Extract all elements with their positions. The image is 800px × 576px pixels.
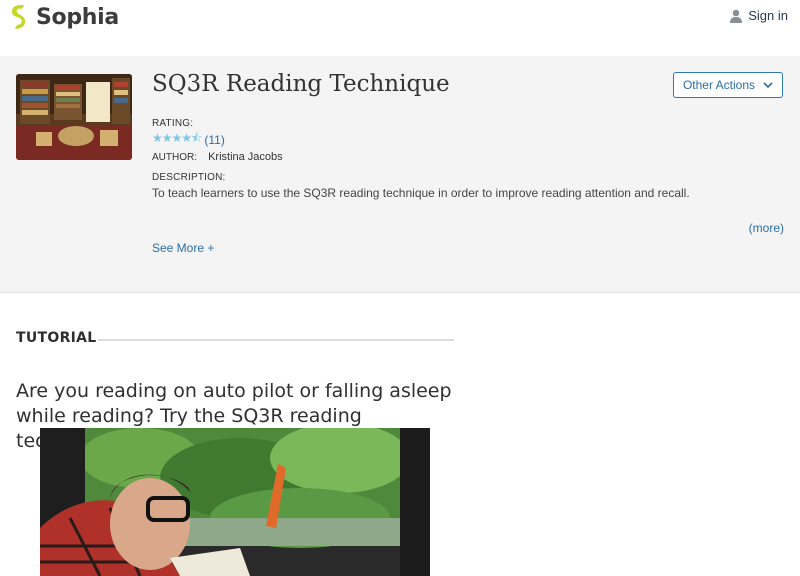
see-more-link[interactable]: See More + xyxy=(152,241,214,255)
user-icon xyxy=(730,9,743,23)
top-navigation-bar: Sophia Sign in xyxy=(0,0,800,56)
author-row: AUTHOR: Kristina Jacobs xyxy=(152,151,283,163)
sophia-logo-icon xyxy=(11,5,26,29)
tutorial-summary-panel: SQ3R Reading Technique Other Actions RAT… xyxy=(0,56,800,293)
description-text: To teach learners to use the SQ3R readin… xyxy=(152,186,690,200)
star-rating-icon: ★★★★⯪ xyxy=(152,131,202,145)
brand-name: Sophia xyxy=(36,4,119,30)
section-label: TUTORIAL xyxy=(16,330,97,346)
rating-label: RATING: xyxy=(152,118,194,129)
more-link[interactable]: (more) xyxy=(749,221,784,235)
description-label: DESCRIPTION: xyxy=(152,172,226,183)
rating-count-link[interactable]: (11) xyxy=(204,133,224,147)
library-thumbnail-image xyxy=(16,74,132,160)
section-divider xyxy=(98,339,454,341)
rating-row: ★★★★⯪ (11) xyxy=(152,129,225,150)
sign-in-label: Sign in xyxy=(748,8,788,23)
other-actions-dropdown[interactable]: Other Actions xyxy=(673,72,783,98)
sleeping-reader-photo xyxy=(40,428,430,576)
chevron-down-icon xyxy=(763,82,773,88)
other-actions-label: Other Actions xyxy=(682,78,756,92)
sign-in-button[interactable]: Sign in xyxy=(730,8,788,23)
sophia-logo[interactable]: Sophia xyxy=(10,3,119,31)
page-title: SQ3R Reading Technique xyxy=(152,71,450,97)
author-name: Kristina Jacobs xyxy=(208,151,283,163)
author-label: AUTHOR: xyxy=(152,152,197,163)
